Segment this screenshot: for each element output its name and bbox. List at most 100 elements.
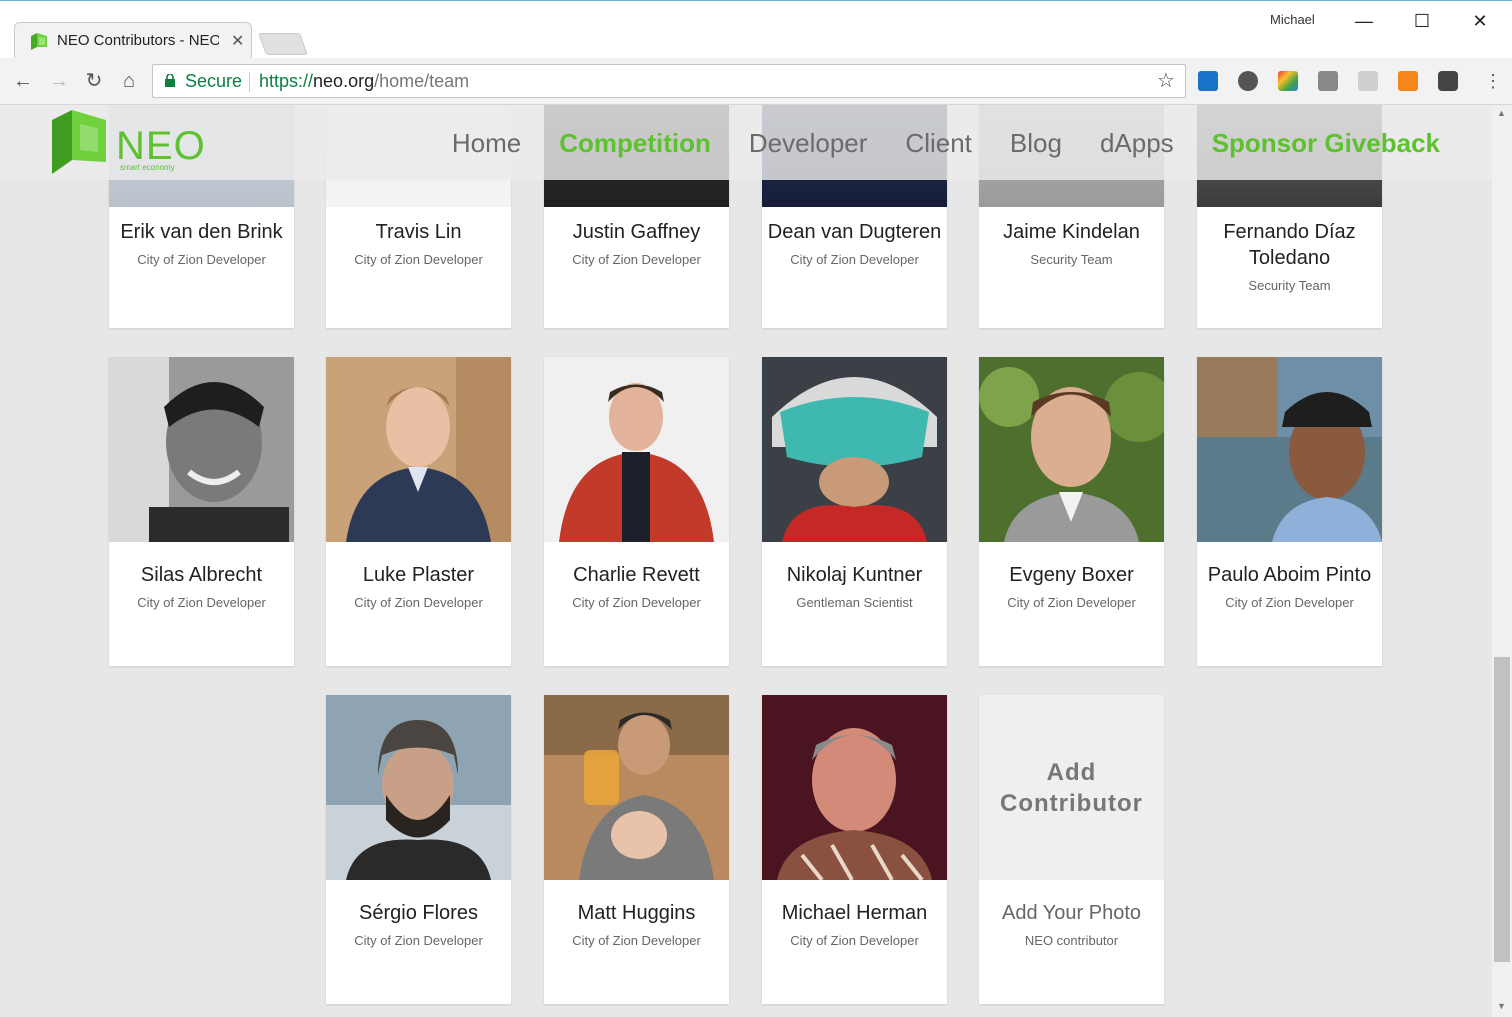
metamask-fox-icon[interactable] <box>1398 71 1418 91</box>
contributor-card[interactable]: Paulo Aboim Pinto City of Zion Developer <box>1197 357 1382 666</box>
contributor-photo <box>979 357 1164 542</box>
nav-client[interactable]: Client <box>905 128 971 159</box>
contributor-role: City of Zion Developer <box>790 252 919 267</box>
reload-icon[interactable]: ↻ <box>81 68 107 94</box>
tab-title: NEO Contributors - NEO <box>57 32 219 49</box>
bookmark-star-icon[interactable]: ☆ <box>1157 68 1175 93</box>
scrollbar-thumb[interactable] <box>1494 657 1510 962</box>
contributor-role: City of Zion Developer <box>572 252 701 267</box>
contributor-card[interactable]: Nikolaj Kuntner Gentleman Scientist <box>762 357 947 666</box>
profile-name[interactable]: Michael <box>1270 12 1315 27</box>
nav-competition[interactable]: Competition <box>559 128 711 159</box>
contributor-name: Silas Albrecht <box>140 564 263 586</box>
back-icon[interactable]: ← <box>10 68 36 94</box>
contributor-name: Paulo Aboim Pinto <box>1207 564 1372 586</box>
contributor-photo <box>109 357 294 542</box>
page-scrollbar[interactable]: ▲ ▼ <box>1492 104 1512 1017</box>
contributor-photo <box>1197 357 1382 542</box>
contributor-role: City of Zion Developer <box>1007 595 1136 610</box>
contributor-name: Travis Lin <box>375 221 462 243</box>
pdf-extension-icon[interactable] <box>1358 71 1378 91</box>
browser-toolbar: ← → ↻ ⌂ Secure https://neo.org/home/team… <box>0 58 1512 104</box>
contributor-role: City of Zion Developer <box>137 595 266 610</box>
download-extension-icon[interactable] <box>1198 71 1218 91</box>
contributor-name: Dean van Dugteren <box>767 221 942 243</box>
contributor-photo <box>326 695 511 880</box>
browser-chrome: NEO Contributors - NEO ✕ Michael — ☐ ✕ ←… <box>0 0 1512 105</box>
url-scheme: https:// <box>259 71 314 91</box>
url-host: neo.org <box>313 71 375 91</box>
contributor-role: City of Zion Developer <box>137 252 266 267</box>
main-nav: Home Competition Developer Client Blog d… <box>452 128 1440 159</box>
contributor-name: Michael Herman <box>781 902 928 924</box>
contributor-role: Security Team <box>1248 278 1331 293</box>
contributor-name: Matt Huggins <box>577 902 696 924</box>
nav-blog[interactable]: Blog <box>1010 128 1062 159</box>
contributor-name: Nikolaj Kuntner <box>786 564 923 586</box>
omnibox-divider <box>249 72 250 92</box>
colorful-extension-icon[interactable] <box>1278 71 1298 91</box>
close-tab-icon[interactable]: ✕ <box>231 31 244 51</box>
add-contributor-card[interactable]: Add Contributor Add Your Photo NEO contr… <box>979 695 1164 1004</box>
browser-menu-icon[interactable]: ⋮ <box>1484 68 1502 94</box>
url-text[interactable]: https://neo.org/home/team <box>259 71 469 92</box>
contributor-card[interactable]: Sérgio Flores City of Zion Developer <box>326 695 511 1004</box>
contributor-role: City of Zion Developer <box>354 933 483 948</box>
neo-logo-icon[interactable] <box>52 110 106 174</box>
contributor-name: Fernando Díaz Toledano <box>1223 221 1356 269</box>
contributor-name: Luke Plaster <box>362 564 475 586</box>
nav-dapps[interactable]: dApps <box>1100 128 1174 159</box>
home-icon[interactable]: ⌂ <box>116 68 142 94</box>
contributor-card[interactable]: Luke Plaster City of Zion Developer <box>326 357 511 666</box>
close-window-icon[interactable]: ✕ <box>1460 7 1500 35</box>
contributor-role: City of Zion Developer <box>1225 595 1354 610</box>
minimize-icon[interactable]: — <box>1344 7 1384 35</box>
page-viewport: NEO smart economy Home Competition Devel… <box>0 104 1492 1017</box>
nav-sponsor-giveback[interactable]: Sponsor Giveback <box>1212 128 1440 159</box>
nav-home[interactable]: Home <box>452 128 521 159</box>
contributor-card[interactable]: Matt Huggins City of Zion Developer <box>544 695 729 1004</box>
contributor-role: City of Zion Developer <box>572 933 701 948</box>
forward-icon[interactable]: → <box>46 68 72 94</box>
scroll-down-icon[interactable]: ▼ <box>1497 1001 1506 1011</box>
gray-extension-icon[interactable] <box>1318 71 1338 91</box>
new-tab-button[interactable] <box>257 33 309 55</box>
contributor-name: Charlie Revett <box>573 564 700 586</box>
nav-developer[interactable]: Developer <box>749 128 868 159</box>
contributor-role: City of Zion Developer <box>790 933 919 948</box>
browser-tab[interactable]: NEO Contributors - NEO ✕ <box>14 22 252 60</box>
lock-icon <box>165 74 175 87</box>
reel-extension-icon[interactable] <box>1238 71 1258 91</box>
contributor-card[interactable]: Michael Herman City of Zion Developer <box>762 695 947 1004</box>
lightbulb-extension-icon[interactable] <box>1438 71 1458 91</box>
contributor-name: Erik van den Brink <box>120 221 283 243</box>
contributor-role: City of Zion Developer <box>354 595 483 610</box>
url-path: /home/team <box>374 71 470 91</box>
contributor-name: Jaime Kindelan <box>1003 221 1140 243</box>
add-photo-label: Add Your Photo <box>1001 902 1141 924</box>
secure-label: Secure <box>185 71 243 91</box>
contributor-role: City of Zion Developer <box>572 595 701 610</box>
logo-tagline: smart economy <box>120 163 175 172</box>
contributor-name: Justin Gaffney <box>572 221 701 243</box>
contributor-photo <box>326 357 511 542</box>
scroll-up-icon[interactable]: ▲ <box>1497 108 1506 118</box>
contributor-card[interactable]: Charlie Revett City of Zion Developer <box>544 357 729 666</box>
contributor-role: City of Zion Developer <box>354 252 483 267</box>
add-contributor-button[interactable]: Add Contributor <box>979 695 1164 880</box>
contributor-role: Security Team <box>1030 252 1113 267</box>
add-photo-role: NEO contributor <box>1024 933 1119 948</box>
contributor-photo <box>762 357 947 542</box>
contributor-card[interactable]: Silas Albrecht City of Zion Developer <box>109 357 294 666</box>
address-bar[interactable]: Secure https://neo.org/home/team ☆ <box>152 64 1186 98</box>
contributor-name: Evgeny Boxer <box>1009 564 1134 586</box>
maximize-icon[interactable]: ☐ <box>1402 7 1442 35</box>
contributor-card[interactable]: Evgeny Boxer City of Zion Developer <box>979 357 1164 666</box>
contributor-photo <box>544 695 729 880</box>
contributor-photo <box>762 695 947 880</box>
site-header: NEO smart economy Home Competition Devel… <box>0 104 1492 180</box>
title-bar: NEO Contributors - NEO ✕ Michael — ☐ ✕ <box>0 0 1512 60</box>
contributor-role: Gentleman Scientist <box>796 595 913 610</box>
neo-favicon-icon <box>31 33 47 50</box>
contributor-photo <box>544 357 729 542</box>
